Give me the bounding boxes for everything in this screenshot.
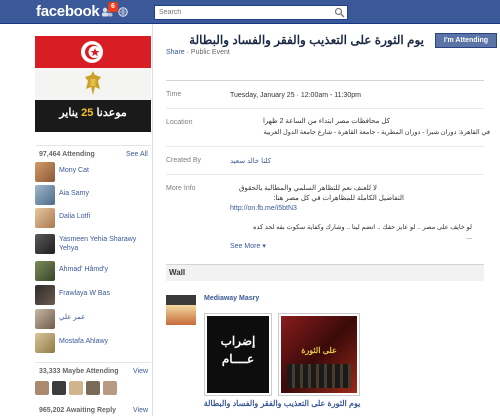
divider	[166, 108, 484, 109]
wall-photo-strike[interactable]: إضراب عــــام	[204, 313, 272, 396]
location-label: Location	[166, 119, 193, 126]
see-more-link[interactable]: See More ▾	[230, 242, 484, 252]
location-line-1: كل محافظات مصر ابتداء من الساعة 2 ظهرا	[262, 118, 390, 125]
divider	[166, 80, 484, 81]
attendee-name[interactable]: Ahmad' Hâmd'y	[59, 265, 153, 274]
avatar[interactable]	[35, 261, 55, 281]
attendee-item[interactable]: Yasmeen Yehia Sharawy Yehya	[35, 234, 153, 256]
attendee-name[interactable]: Frawlaya W Bas	[59, 289, 153, 298]
avatar[interactable]	[86, 381, 100, 395]
avatar[interactable]	[35, 333, 55, 353]
notifications: 6	[101, 2, 131, 19]
attendee-name[interactable]: Dalia Lotfi	[59, 212, 153, 221]
event-title: يوم الثورة على التعذيب والفقر والفساد وا…	[189, 33, 424, 47]
attendee-name[interactable]: عمر علي	[59, 313, 153, 322]
divider	[166, 174, 484, 175]
info-line-3: لو خايف على مصر .. لو عايز حقك .. انضم ل…	[253, 224, 472, 231]
time-value: Tuesday, January 25 · 12:00am - 11:30pm	[230, 92, 361, 99]
photo-text: عــــام	[221, 352, 255, 366]
time-label: Time	[166, 91, 182, 98]
attendee-item[interactable]: Mostafa Ahlawy	[35, 333, 153, 355]
photo-text: على الثورة	[301, 346, 337, 355]
attendee-item[interactable]: Aia Samy	[35, 185, 153, 207]
attendee-name[interactable]: Aia Samy	[59, 189, 153, 198]
tunisian-flag-icon	[81, 41, 103, 63]
location-line-2: في القاهرة: دوران شبرا - دوران المطرية -…	[263, 129, 490, 136]
attendee-item[interactable]: Mony Cat	[35, 162, 153, 184]
search-icon[interactable]	[334, 7, 345, 18]
avatar[interactable]	[35, 309, 55, 329]
notification-count-badge[interactable]: 6	[108, 2, 118, 12]
attendee-item[interactable]: عمر علي	[35, 309, 153, 331]
avatar[interactable]	[35, 185, 55, 205]
created-by-label: Created By	[166, 157, 202, 164]
creator-link[interactable]: كلنا خالد سعيد	[230, 157, 484, 167]
poster-name-link[interactable]: Mediaway Masry	[204, 295, 259, 302]
attending-count-header: 97,464 Attending	[39, 151, 95, 158]
info-line-1: لا للعنف نعم للتظاهر السلمي والمطالبة با…	[238, 185, 377, 192]
wall-header: Wall	[166, 264, 484, 281]
avatar[interactable]	[35, 381, 49, 395]
maybe-view-link[interactable]: View	[133, 368, 148, 375]
chevron-down-icon: ▾	[262, 243, 266, 250]
avatar[interactable]	[52, 381, 66, 395]
attending-see-all-link[interactable]: See All	[126, 151, 148, 158]
maybe-avatars	[35, 381, 153, 399]
share-link[interactable]: Share	[166, 49, 185, 56]
event-subline: Share · Public Event	[166, 49, 230, 56]
divider	[35, 362, 151, 363]
event-visibility: Public Event	[190, 49, 230, 56]
avatar[interactable]	[69, 381, 83, 395]
avatar[interactable]	[103, 381, 117, 395]
photo-text: إضراب	[220, 334, 256, 348]
awaiting-count-header: 965,202 Awaiting Reply	[39, 407, 117, 414]
maybe-count-header: 33,333 Maybe Attending	[39, 368, 119, 375]
im-attending-button[interactable]: I'm Attending	[435, 33, 497, 48]
attendee-item[interactable]: Frawlaya W Bas	[35, 285, 153, 307]
divider	[35, 145, 151, 146]
eagle-emblem-icon	[85, 71, 101, 95]
avatar[interactable]	[35, 208, 55, 228]
divider	[166, 146, 484, 147]
banner-caption: موعدنا 25 يناير	[59, 107, 127, 119]
facebook-logo[interactable]: facebook	[36, 3, 100, 20]
attendee-item[interactable]: Dalia Lotfi	[35, 208, 153, 230]
post-title-link[interactable]: يوم الثورة على التعذيب والفقر والفساد وا…	[202, 399, 362, 408]
more-info-label: More Info	[166, 185, 196, 192]
avatar[interactable]	[35, 162, 55, 182]
attendee-name[interactable]: Mony Cat	[59, 166, 153, 175]
info-line-2: التفاصيل الكاملة للمظاهرات في كل مصر هنا…	[273, 195, 404, 202]
attendee-item[interactable]: Ahmad' Hâmd'y	[35, 261, 153, 283]
awaiting-view-link[interactable]: View	[133, 407, 148, 414]
top-navigation-bar: facebook 6	[0, 0, 500, 24]
search-box[interactable]	[154, 5, 348, 20]
info-link-row: http://on.fb.me/i5btN3	[230, 204, 484, 214]
avatar[interactable]	[35, 285, 55, 305]
attendee-name[interactable]: Mostafa Ahlawy	[59, 337, 153, 346]
avatar[interactable]	[35, 234, 55, 254]
wall-photo-protest[interactable]: على الثورة	[278, 313, 360, 396]
info-link[interactable]: http://on.fb.me/i5btN3	[230, 205, 297, 212]
event-banner-image[interactable]: موعدنا 25 يناير	[35, 36, 151, 132]
search-input[interactable]	[155, 6, 333, 19]
poster-avatar[interactable]	[166, 295, 196, 325]
attendee-name[interactable]: Yasmeen Yehia Sharawy Yehya	[59, 235, 153, 253]
globe-icon[interactable]	[118, 7, 128, 17]
